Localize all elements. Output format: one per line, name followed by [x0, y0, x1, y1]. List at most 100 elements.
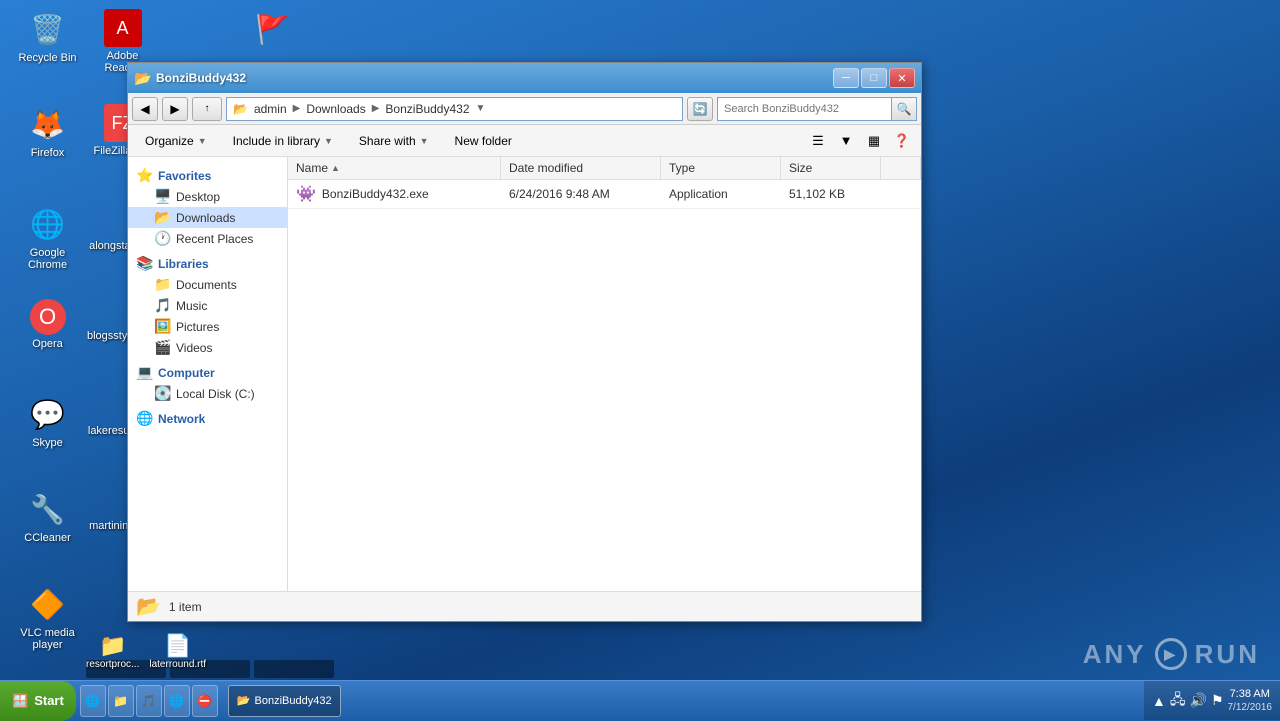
opera-label: Opera	[32, 338, 63, 350]
local-disk-nav-item[interactable]: 💽 Local Disk (C:)	[128, 383, 287, 404]
search-box: 🔍	[717, 97, 917, 121]
view-dropdown-button[interactable]: ▼	[833, 129, 859, 153]
desktop-icon-chrome[interactable]: 🌐 Google Chrome	[10, 200, 85, 275]
videos-icon: 🎬	[154, 339, 172, 356]
tray-action-icon[interactable]: ⚑	[1211, 692, 1224, 709]
recent-places-nav-item[interactable]: 🕐 Recent Places	[128, 228, 287, 249]
tray-expand-icon[interactable]: ▲	[1152, 693, 1166, 709]
ccleaner-icon: 🔧	[28, 489, 68, 529]
close-button[interactable]: ✕	[889, 68, 915, 88]
organize-dropdown-arrow: ▼	[198, 136, 207, 146]
minimize-button[interactable]: ─	[833, 68, 859, 88]
taskbar-explorer-button[interactable]: 📂 BonziBuddy432	[228, 685, 341, 717]
content-area: ⭐ Favorites 🖥️ Desktop 📂 Downloads 🕐 Rec…	[128, 157, 921, 591]
include-library-button[interactable]: Include in library ▼	[222, 129, 344, 153]
address-segment-folder[interactable]: BonziBuddy432	[383, 102, 471, 116]
vlc-icon: 🔶	[28, 584, 68, 624]
pictures-nav-item[interactable]: 🖼️ Pictures	[128, 316, 287, 337]
start-button[interactable]: 🪟 Start	[0, 681, 76, 721]
desktop-icon-flag[interactable]: 🚩	[235, 5, 310, 56]
left-panel: ⭐ Favorites 🖥️ Desktop 📂 Downloads 🕐 Rec…	[128, 157, 288, 591]
right-panel: Name ▲ Date modified Type Size	[288, 157, 921, 591]
col-header-type[interactable]: Type	[661, 157, 781, 179]
recycle-bin-label: Recycle Bin	[18, 52, 76, 64]
help-button[interactable]: ❓	[889, 129, 915, 153]
computer-icon: 💻	[136, 364, 154, 381]
up-button[interactable]: ↑	[192, 97, 222, 121]
status-bar: 📂 1 item	[128, 591, 921, 621]
documents-icon: 📁	[154, 276, 172, 293]
downloads-nav-item[interactable]: 📂 Downloads	[128, 207, 287, 228]
address-segment-downloads[interactable]: Downloads	[304, 102, 367, 116]
status-count: 1 item	[169, 600, 202, 614]
search-button[interactable]: 🔍	[891, 97, 917, 121]
music-icon: 🎵	[154, 297, 172, 314]
opera-icon: O	[30, 299, 66, 335]
col-header-date[interactable]: Date modified	[501, 157, 661, 179]
file-extra-cell	[881, 180, 921, 208]
desktop-icon-firefox[interactable]: 🦊 Firefox	[10, 100, 85, 163]
libraries-header[interactable]: 📚 Libraries	[128, 253, 287, 274]
recycle-bin-icon: 🗑️	[28, 9, 68, 49]
file-name-cell: 👾 BonziBuddy432.exe	[288, 180, 501, 208]
share-with-dropdown-arrow: ▼	[420, 136, 429, 146]
favorites-header[interactable]: ⭐ Favorites	[128, 165, 287, 186]
desktop-icon-ccleaner[interactable]: 🔧 CCleaner	[10, 485, 85, 548]
file-type-cell: Application	[661, 180, 781, 208]
network-icon: 🌐	[136, 410, 154, 427]
forward-button[interactable]: ▶	[162, 97, 188, 121]
recent-places-icon: 🕐	[154, 230, 172, 247]
chrome-icon: 🌐	[28, 204, 68, 244]
view-list-button[interactable]: ☰	[805, 129, 831, 153]
downloads-nav-icon: 📂	[154, 209, 172, 226]
taskbar-folder-button[interactable]: 📁	[108, 685, 134, 717]
preview-button[interactable]: ▦	[861, 129, 887, 153]
chrome-label: Google Chrome	[14, 247, 81, 271]
organize-button[interactable]: Organize ▼	[134, 129, 218, 153]
videos-nav-item[interactable]: 🎬 Videos	[128, 337, 287, 358]
file-date-cell: 6/24/2016 9:48 AM	[501, 180, 661, 208]
favorites-section: ⭐ Favorites 🖥️ Desktop 📂 Downloads 🕐 Rec…	[128, 165, 287, 249]
maximize-button[interactable]: □	[861, 68, 887, 88]
col-header-size[interactable]: Size	[781, 157, 881, 179]
taskbar: 🪟 Start 🌐 📁 🎵 🌐 ⛔ 📂 BonziBuddy432 ▲ 🖧 🔊 …	[0, 680, 1280, 720]
desktop-icon-recycle-bin[interactable]: 🗑️ Recycle Bin	[10, 5, 85, 68]
new-folder-button[interactable]: New folder	[444, 129, 523, 153]
tray-volume-icon[interactable]: 🔊	[1190, 692, 1207, 709]
window-controls: ─ □ ✕	[833, 68, 915, 88]
address-segment-admin[interactable]: admin	[252, 102, 289, 116]
title-bar[interactable]: 📂 BonziBuddy432 ─ □ ✕	[128, 63, 921, 93]
start-orb: 🪟	[12, 693, 28, 709]
taskbar-ie-button[interactable]: 🌐	[80, 685, 106, 717]
desktop-icon-opera[interactable]: O Opera	[10, 295, 85, 354]
tray-network-icon[interactable]: 🖧	[1170, 689, 1186, 713]
desktop-icon-skype[interactable]: 💬 Skype	[10, 390, 85, 453]
documents-nav-item[interactable]: 📁 Documents	[128, 274, 287, 295]
vlc-label: VLC media player	[14, 627, 81, 651]
network-header[interactable]: 🌐 Network	[128, 408, 287, 429]
explorer-window: 📂 BonziBuddy432 ─ □ ✕ ◀ ▶ ↑ 📂 admin ▶ Do…	[127, 62, 922, 622]
col-header-name[interactable]: Name ▲	[288, 157, 501, 179]
back-button[interactable]: ◀	[132, 97, 158, 121]
refresh-button[interactable]: 🔄	[687, 97, 713, 121]
address-path[interactable]: 📂 admin ▶ Downloads ▶ BonziBuddy432 ▼	[226, 97, 683, 121]
taskbar-stop-button[interactable]: ⛔	[192, 685, 218, 717]
toolbar: Organize ▼ Include in library ▼ Share wi…	[128, 125, 921, 157]
desktop: 🗑️ Recycle Bin A Adobe Reader 🚩 🦊 Firefo…	[0, 0, 1280, 720]
desktop-icon-vlc[interactable]: 🔶 VLC media player	[10, 580, 85, 655]
taskbar-chrome-button[interactable]: 🌐	[164, 685, 190, 717]
table-row[interactable]: 👾 BonziBuddy432.exe 6/24/2016 9:48 AM Ap…	[288, 180, 921, 209]
search-input[interactable]	[717, 97, 891, 121]
status-folder-icon: 📂	[136, 594, 161, 619]
share-with-button[interactable]: Share with ▼	[348, 129, 440, 153]
computer-section: 💻 Computer 💽 Local Disk (C:)	[128, 362, 287, 404]
taskbar-media-button[interactable]: 🎵	[136, 685, 162, 717]
computer-header[interactable]: 💻 Computer	[128, 362, 287, 383]
col-header-extra	[881, 157, 921, 179]
music-nav-item[interactable]: 🎵 Music	[128, 295, 287, 316]
tray-clock[interactable]: 7:38 AM 7/12/2016	[1228, 687, 1273, 714]
favorites-icon: ⭐	[136, 167, 154, 184]
libraries-section: 📚 Libraries 📁 Documents 🎵 Music 🖼️ Pictu…	[128, 253, 287, 358]
desktop-nav-item[interactable]: 🖥️ Desktop	[128, 186, 287, 207]
ccleaner-label: CCleaner	[24, 532, 70, 544]
